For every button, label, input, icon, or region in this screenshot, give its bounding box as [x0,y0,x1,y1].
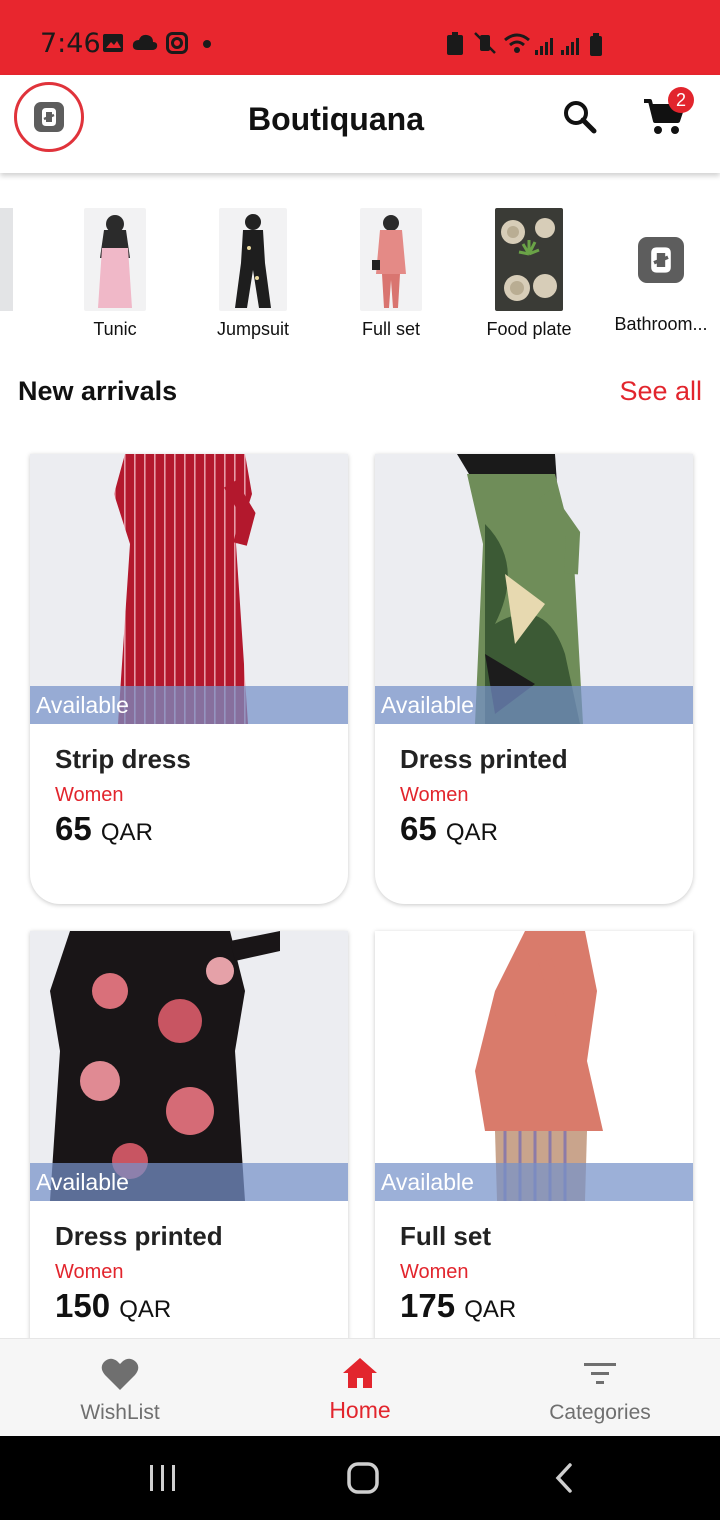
gallery-notification-icon [103,34,123,52]
price-currency: QAR [100,819,153,846]
see-all-link[interactable]: See all [619,376,702,407]
product-price: 150 QAR [55,1287,171,1325]
category-label: Jumpsuit [216,319,290,339]
category-label: Full set [361,319,421,339]
product-price: 175 QAR [400,1287,516,1325]
product-image [30,454,348,724]
vibrate-mute-icon [474,32,496,54]
price-currency: QAR [445,819,498,846]
status-bar: 7:46 [0,0,720,75]
home-icon [343,1358,377,1388]
category-item-food-plate[interactable]: Food plate [464,208,594,340]
cart-count-badge: 2 [668,87,694,113]
product-image [375,454,693,724]
product-category: Women [55,784,124,806]
nav-item-categories[interactable]: Categories [480,1339,720,1437]
status-time: 7:46 [40,28,101,59]
price-currency: QAR [464,1296,517,1323]
price-value: 175 [400,1287,456,1324]
category-thumb [495,208,563,311]
nav-label: Home [329,1397,391,1423]
product-name: Dress printed [400,744,568,774]
category-thumb [360,208,422,311]
category-partial-thumb[interactable] [0,208,13,311]
bottom-nav: WishList Home Categories [0,1338,720,1436]
home-system-icon[interactable] [346,1461,380,1495]
category-label: Bathroom... [614,314,708,334]
product-image [375,931,693,1201]
product-category: Women [400,784,469,806]
system-nav-bar [0,1436,720,1520]
availability-badge: Available [30,686,348,724]
category-item-tunic[interactable]: Tunic [50,208,180,340]
nav-label: Categories [549,1401,651,1424]
filter-icon [584,1363,616,1384]
product-name: Full set [400,1221,492,1251]
logo-icon [638,236,684,283]
battery-saver-icon [447,32,463,55]
heart-icon [101,1358,139,1390]
category-label: Tunic [93,319,137,339]
category-item-bathroom[interactable]: Bathroom... [602,208,720,335]
product-name: Strip dress [55,744,191,774]
recent-apps-icon[interactable] [148,1463,178,1493]
category-thumb [602,208,720,311]
price-value: 65 [400,810,437,847]
price-value: 65 [55,810,92,847]
price-value: 150 [55,1287,111,1324]
availability-badge: Available [375,1163,693,1201]
instagram-notification-icon [166,32,188,54]
category-label: Food plate [486,319,572,339]
section-title: New arrivals [18,376,178,406]
product-price: 65 QAR [55,810,153,848]
product-image [30,931,348,1201]
category-thumb [219,208,287,311]
price-currency: QAR [119,1296,172,1323]
more-notifications-dot-icon [203,40,211,48]
product-price: 65 QAR [400,810,498,848]
category-item-jumpsuit[interactable]: Jumpsuit [188,208,318,340]
category-item-full-set[interactable]: Full set [326,208,456,340]
search-button[interactable] [560,97,600,137]
availability-badge: Available [30,1163,348,1201]
product-category: Women [400,1261,469,1283]
nav-item-wishlist[interactable]: WishList [0,1339,240,1437]
back-icon[interactable] [552,1462,576,1494]
category-thumb [84,208,146,311]
product-card[interactable]: Available Strip dress Women 65 QAR [30,454,348,904]
nav-label: WishList [80,1401,160,1424]
product-category: Women [55,1261,124,1283]
cloud-notification-icon [132,34,158,50]
nav-item-home[interactable]: Home [240,1339,480,1437]
product-card[interactable]: Available Dress printed Women 65 QAR [375,454,693,904]
category-strip[interactable]: Tunic Jumpsuit Full set Food plate Bathr… [0,200,720,340]
availability-badge: Available [375,686,693,724]
product-card[interactable]: Available Dress printed Women 150 QAR [30,931,348,1381]
product-name: Dress printed [55,1221,223,1251]
app-bar: Boutiquana [0,75,720,173]
search-icon [564,101,597,134]
product-card[interactable]: Available Full set Women 175 QAR [375,931,693,1381]
signal-wifi-icon [504,33,602,56]
